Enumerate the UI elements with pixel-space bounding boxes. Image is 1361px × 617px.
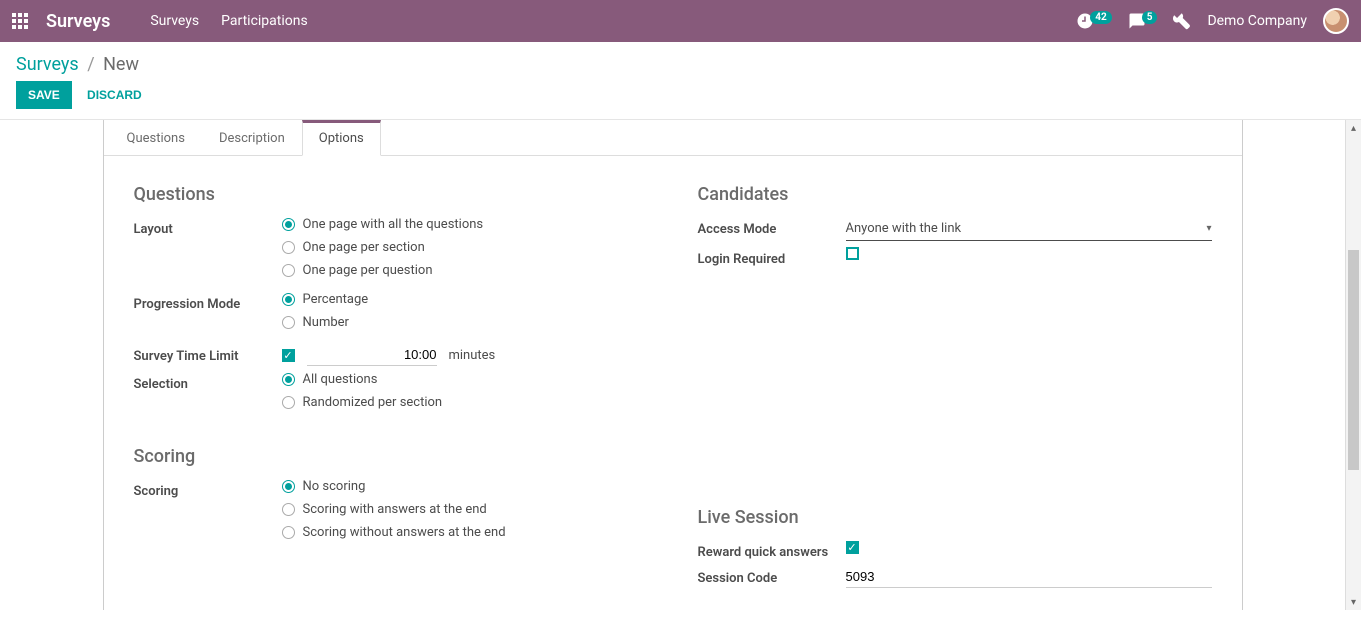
- radio-icon: [282, 316, 295, 329]
- access-mode-select[interactable]: Anyone with the link ▾: [846, 217, 1212, 241]
- breadcrumb: Surveys / New: [16, 54, 1345, 75]
- access-mode-label: Access Mode: [698, 217, 846, 237]
- company-name[interactable]: Demo Company: [1207, 13, 1307, 29]
- chat-indicator[interactable]: 5: [1128, 12, 1158, 30]
- radio-icon: [282, 503, 295, 516]
- login-required-label: Login Required: [698, 247, 846, 267]
- time-limit-unit: minutes: [449, 348, 496, 363]
- activity-indicator[interactable]: 42: [1076, 12, 1111, 30]
- time-limit-label: Survey Time Limit: [134, 344, 282, 364]
- radio-icon: [282, 396, 295, 409]
- scroll-up-icon[interactable]: ▴: [1346, 120, 1361, 136]
- section-candidates-title: Candidates: [698, 184, 1212, 205]
- scoring-label: Scoring: [134, 479, 282, 499]
- layout-option-2[interactable]: One page per question: [282, 263, 648, 278]
- apps-icon[interactable]: [12, 13, 28, 29]
- progression-option-1[interactable]: Number: [282, 315, 648, 330]
- nav-surveys[interactable]: Surveys: [150, 13, 199, 29]
- layout-option-1[interactable]: One page per section: [282, 240, 648, 255]
- selection-option-0[interactable]: All questions: [282, 372, 648, 387]
- radio-icon: [282, 293, 295, 306]
- layout-label: Layout: [134, 217, 282, 237]
- progression-option-0[interactable]: Percentage: [282, 292, 648, 307]
- tools-icon[interactable]: [1173, 12, 1191, 30]
- radio-icon: [282, 480, 295, 493]
- tab-options[interactable]: Options: [302, 120, 381, 156]
- tab-description[interactable]: Description: [202, 120, 302, 155]
- time-limit-checkbox[interactable]: [282, 349, 295, 362]
- breadcrumb-current: New: [103, 54, 139, 75]
- scoring-option-1[interactable]: Scoring with answers at the end: [282, 502, 648, 517]
- reward-checkbox[interactable]: [846, 541, 859, 554]
- radio-icon: [282, 241, 295, 254]
- chat-badge: 5: [1142, 11, 1158, 24]
- login-required-checkbox[interactable]: [846, 247, 859, 260]
- tab-questions[interactable]: Questions: [110, 120, 202, 155]
- selection-option-1[interactable]: Randomized per section: [282, 395, 648, 410]
- save-button[interactable]: SAVE: [16, 81, 72, 109]
- scoring-option-2[interactable]: Scoring without answers at the end: [282, 525, 648, 540]
- selection-label: Selection: [134, 372, 282, 392]
- radio-icon: [282, 526, 295, 539]
- section-scoring-title: Scoring: [134, 446, 648, 467]
- nav-participations[interactable]: Participations: [221, 13, 308, 29]
- reward-label: Reward quick answers: [698, 540, 846, 560]
- session-code-input[interactable]: [846, 566, 1212, 588]
- radio-icon: [282, 218, 295, 231]
- time-limit-input[interactable]: [307, 344, 437, 366]
- scroll-down-icon[interactable]: ▾: [1346, 594, 1361, 610]
- avatar[interactable]: [1323, 8, 1349, 34]
- discard-button[interactable]: DISCARD: [75, 81, 154, 109]
- radio-icon: [282, 264, 295, 277]
- layout-option-0[interactable]: One page with all the questions: [282, 217, 648, 232]
- section-questions-title: Questions: [134, 184, 648, 205]
- scrollbar[interactable]: ▴ ▾: [1345, 120, 1361, 610]
- session-code-label: Session Code: [698, 566, 846, 586]
- progression-label: Progression Mode: [134, 292, 282, 312]
- section-live-title: Live Session: [698, 507, 1212, 528]
- scoring-option-0[interactable]: No scoring: [282, 479, 648, 494]
- breadcrumb-surveys[interactable]: Surveys: [16, 54, 79, 75]
- activity-badge: 42: [1090, 11, 1111, 24]
- app-brand: Surveys: [46, 11, 110, 32]
- radio-icon: [282, 373, 295, 386]
- scroll-thumb[interactable]: [1348, 250, 1359, 470]
- caret-down-icon: ▾: [1206, 223, 1211, 234]
